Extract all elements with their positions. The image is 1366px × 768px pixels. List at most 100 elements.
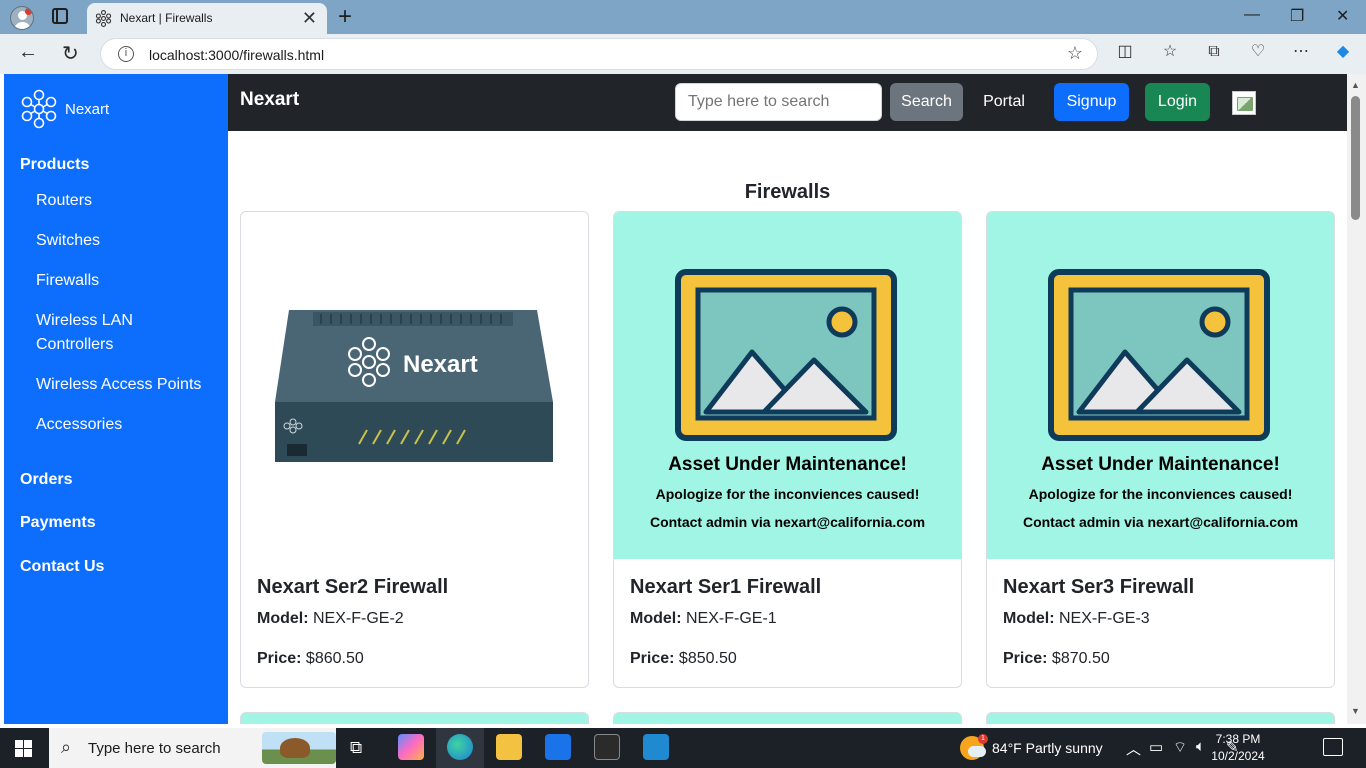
price-value: $860.50 [305, 650, 364, 667]
main-content: Firewalls Nexart Nexart Ser2 Firewall Mo… [228, 131, 1347, 724]
close-window-icon[interactable]: ✕ [1336, 6, 1349, 26]
price-label: Price: [630, 650, 675, 667]
product-model: Model: NEX-F-GE-1 [630, 610, 777, 628]
page-heading: Firewalls [744, 181, 831, 203]
maintenance-apology: Apologize for the inconviences caused! [655, 486, 920, 502]
product-model: Model: NEX-F-GE-3 [1003, 610, 1150, 628]
microsoft-store-icon[interactable] [545, 734, 571, 760]
sidebar-item-payments[interactable]: Payments [20, 514, 96, 532]
task-view-icon[interactable]: ⧉ [350, 738, 362, 758]
product-card-partial[interactable] [240, 712, 589, 724]
favorites-icon[interactable]: ☆ [1161, 43, 1179, 61]
vscode-icon[interactable] [643, 734, 669, 760]
refresh-icon[interactable]: ↻ [62, 41, 79, 66]
search-button[interactable]: Search [890, 83, 963, 121]
windows-start-icon[interactable] [15, 740, 32, 757]
search-icon: ⌕ [61, 737, 72, 757]
image-placeholder-icon [1048, 269, 1270, 441]
site-info-icon[interactable]: i [118, 46, 134, 62]
clock-date: 10/2/2024 [1211, 749, 1265, 763]
product-card[interactable]: Asset Under Maintenance! Apologize for t… [986, 211, 1335, 688]
product-price: Price: $860.50 [257, 650, 364, 668]
product-card-partial[interactable] [986, 712, 1335, 724]
page-scrollbar[interactable]: ▲ ▼ [1347, 74, 1366, 724]
edge-browser-icon[interactable] [447, 734, 473, 760]
image-placeholder-icon [675, 269, 897, 441]
terminal-icon[interactable] [594, 734, 620, 760]
price-value: $870.50 [1051, 650, 1110, 667]
restore-icon[interactable]: ❐ [1290, 6, 1304, 26]
more-options-icon[interactable]: ⋯ [1292, 43, 1310, 61]
taskbar-search-text: Type here to search [88, 740, 221, 757]
sidebar-brand-text: Nexart [65, 100, 110, 118]
close-tab-icon[interactable]: ✕ [302, 8, 317, 29]
tab-actions-icon[interactable] [52, 8, 68, 24]
model-value: NEX-F-GE-3 [1059, 610, 1150, 627]
product-card[interactable]: Asset Under Maintenance! Apologize for t… [613, 211, 962, 688]
product-image: Nexart [241, 212, 588, 559]
taskbar-clock[interactable]: 7:38 PM 10/2/2024 [1198, 731, 1278, 765]
sidebar-item-contact-us[interactable]: Contact Us [20, 558, 104, 576]
sidebar-item-accessories[interactable]: Accessories [36, 413, 216, 437]
model-value: NEX-F-GE-2 [313, 610, 404, 627]
browser-tab[interactable]: Nexart | Firewalls ✕ [87, 3, 327, 34]
sidebar-brand[interactable]: Nexart [19, 89, 109, 129]
search-input[interactable] [675, 83, 882, 121]
clock-time: 7:38 PM [1215, 732, 1261, 746]
product-model: Model: NEX-F-GE-2 [257, 610, 404, 628]
new-tab-icon[interactable]: + [338, 3, 352, 31]
signup-button[interactable]: Signup [1054, 83, 1129, 121]
model-label: Model: [630, 610, 682, 627]
maintenance-title: Asset Under Maintenance! [668, 454, 907, 475]
copilot-icon[interactable]: ◆ [1334, 43, 1352, 61]
nexart-logo-icon [21, 89, 57, 129]
minimize-icon[interactable]: — [1244, 6, 1260, 24]
search-highlight-image [262, 732, 336, 764]
url-text[interactable]: localhost:3000/firewalls.html [149, 47, 324, 63]
profile-image-icon[interactable] [1232, 91, 1256, 115]
product-name[interactable]: Nexart Ser3 Firewall [1003, 576, 1194, 599]
network-icon[interactable]: ⌔ [1173, 738, 1187, 757]
address-bar[interactable]: i localhost:3000/firewalls.html ☆ [100, 38, 1098, 70]
product-name[interactable]: Nexart Ser1 Firewall [630, 576, 821, 599]
split-screen-icon[interactable]: ◫ [1116, 43, 1134, 61]
sidebar-item-orders[interactable]: Orders [20, 471, 72, 489]
maintenance-contact: Contact admin via nexart@california.com [649, 514, 926, 530]
nexart-favicon-icon [95, 10, 112, 27]
collections-icon[interactable]: ⧉ [1205, 43, 1223, 61]
battery-icon[interactable]: ▭ [1149, 738, 1163, 756]
browser-essentials-icon[interactable]: ♡ [1249, 43, 1267, 61]
model-label: Model: [257, 610, 309, 627]
login-button[interactable]: Login [1145, 83, 1210, 121]
taskbar-search[interactable]: ⌕ Type here to search [49, 728, 336, 768]
scrollbar-thumb[interactable] [1351, 96, 1360, 220]
product-name[interactable]: Nexart Ser2 Firewall [257, 576, 448, 599]
sidebar-item-firewalls[interactable]: Firewalls [36, 269, 216, 293]
copilot-app-icon[interactable] [398, 734, 424, 760]
product-card-partial[interactable] [613, 712, 962, 724]
model-label: Model: [1003, 610, 1055, 627]
sidebar-item-wireless-access-points[interactable]: Wireless Access Points [36, 373, 216, 397]
maintenance-image: Asset Under Maintenance! Apologize for t… [987, 212, 1334, 559]
navbar-title[interactable]: Nexart [240, 89, 299, 111]
show-hidden-icons-icon[interactable]: ︿ [1126, 738, 1141, 759]
sidebar-item-switches[interactable]: Switches [36, 229, 216, 253]
sidebar-item-products[interactable]: Products [20, 156, 89, 174]
model-value: NEX-F-GE-1 [686, 610, 777, 627]
cloud-shape [968, 746, 986, 757]
windows-taskbar: ⌕ Type here to search ⧉ 1 84°F Partly su… [0, 728, 1366, 768]
product-price: Price: $870.50 [1003, 650, 1110, 668]
product-card[interactable]: Nexart Nexart Ser2 Firewall Model: NEX-F… [240, 211, 589, 688]
profile-avatar-icon[interactable] [10, 6, 34, 30]
back-icon[interactable]: ← [18, 41, 38, 64]
file-explorer-icon[interactable] [496, 734, 522, 760]
scroll-up-icon[interactable]: ▲ [1351, 80, 1360, 90]
scroll-down-icon[interactable]: ▼ [1351, 706, 1360, 716]
portal-link[interactable]: Portal [972, 83, 1036, 121]
sidebar-item-wireless-lan-controllers[interactable]: Wireless LAN Controllers [36, 309, 166, 357]
device-logo-text: Nexart [403, 351, 478, 378]
sidebar-item-routers[interactable]: Routers [36, 189, 216, 213]
notifications-icon[interactable] [1323, 738, 1343, 756]
favorite-star-icon[interactable]: ☆ [1067, 43, 1083, 64]
maintenance-image: Asset Under Maintenance! Apologize for t… [614, 212, 961, 559]
